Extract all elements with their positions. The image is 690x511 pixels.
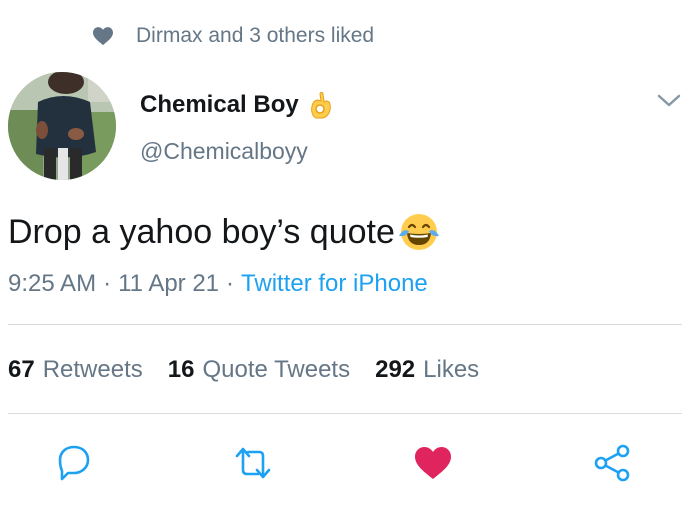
author-handle[interactable]: @Chemicalboyy — [140, 138, 308, 165]
action-bar — [0, 440, 690, 486]
like-icon — [415, 447, 451, 479]
tweet-text: Drop a yahoo boy’s quote — [8, 208, 441, 256]
reply-icon — [58, 445, 90, 481]
share-button[interactable] — [590, 440, 636, 486]
author-name-row[interactable]: Chemical Boy — [140, 88, 333, 122]
face-with-tears-of-joy-emoji — [398, 214, 439, 250]
tweet-stats: 67 Retweets 16 Quote Tweets 292 Likes — [8, 354, 504, 386]
avatar-image — [8, 72, 116, 180]
ok-hand-emoji — [310, 92, 331, 119]
avatar[interactable] — [8, 72, 116, 180]
social-context-text: Dirmax and 3 others liked — [136, 24, 375, 47]
meta-separator: · — [103, 270, 112, 297]
retweet-icon — [235, 447, 271, 479]
tweet-date: 11 Apr 21 — [118, 270, 220, 297]
chevron-down-icon[interactable] — [656, 92, 682, 110]
likes-label: Likes — [423, 356, 480, 383]
retweets-label: Retweets — [42, 356, 143, 383]
likes-stat[interactable]: 292 Likes — [375, 356, 479, 384]
tweet-time: 9:25 AM — [8, 270, 97, 297]
tweet-meta: 9:25 AM · 11 Apr 21 · Twitter for iPhone — [8, 268, 428, 300]
share-icon — [594, 444, 630, 482]
like-button[interactable] — [410, 440, 456, 486]
tweet-text-content: Drop a yahoo boy’s quote — [8, 212, 395, 251]
retweets-stat[interactable]: 67 Retweets — [8, 356, 143, 384]
retweets-count: 67 — [8, 356, 35, 383]
divider — [8, 324, 682, 325]
social-context[interactable]: Dirmax and 3 others liked — [92, 22, 374, 50]
likes-count: 292 — [375, 356, 416, 383]
quote-tweets-stat[interactable]: 16 Quote Tweets — [168, 356, 350, 384]
meta-separator: · — [226, 270, 235, 297]
divider — [8, 413, 682, 414]
quote-tweets-label: Quote Tweets — [202, 356, 351, 383]
reply-button[interactable] — [51, 440, 97, 486]
retweet-button[interactable] — [230, 440, 276, 486]
heart-icon — [93, 27, 113, 46]
tweet-source-link[interactable]: Twitter for iPhone — [241, 270, 428, 298]
author-name: Chemical Boy — [140, 91, 299, 118]
quote-tweets-count: 16 — [167, 356, 195, 383]
